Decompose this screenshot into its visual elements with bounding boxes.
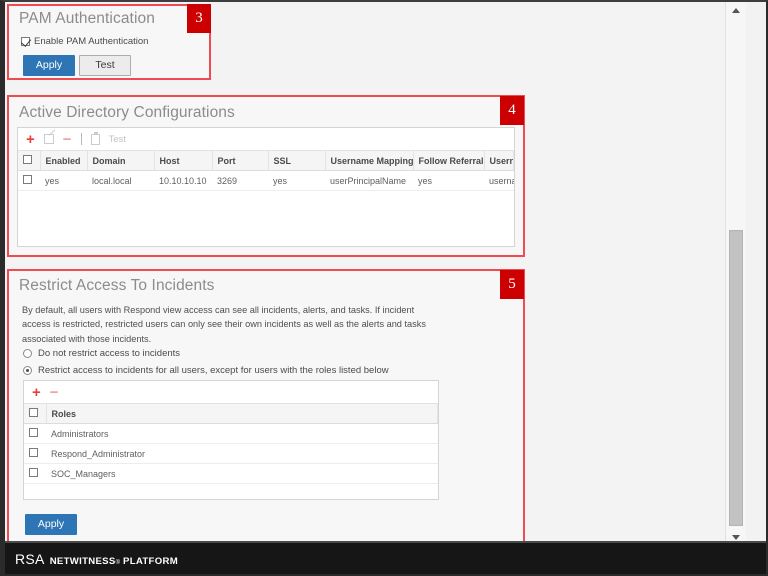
table-row[interactable]: yes local.local 10.10.10.10 3269 yes use…	[18, 171, 514, 191]
row-select-checkbox[interactable]	[29, 468, 38, 477]
annotation-badge-3: 3	[187, 4, 211, 33]
radio-restrict-except-roles[interactable]: Restrict access to incidents for all use…	[23, 365, 389, 376]
cell-port: 3269	[212, 171, 268, 191]
row-select-cell[interactable]	[24, 424, 46, 444]
minus-icon: −	[63, 132, 72, 147]
application-window: PAM Authentication Enable PAM Authentica…	[0, 0, 768, 576]
cell-username: username	[484, 171, 514, 191]
cell-follow-referrals: yes	[413, 171, 484, 191]
cell-username-mapping: userPrincipalName	[325, 171, 413, 191]
rsa-netwitness-logo: RSA NETWITNESS ® PLATFORM	[15, 551, 178, 567]
pam-test-button[interactable]: Test	[79, 55, 131, 76]
column-header-username-mapping[interactable]: Username Mapping	[325, 151, 413, 171]
row-select-cell[interactable]	[18, 171, 40, 191]
table-row[interactable]: Administrators	[24, 424, 438, 444]
row-select-cell[interactable]	[24, 464, 46, 484]
scroll-up-arrow-icon[interactable]	[726, 2, 746, 18]
minus-icon: −	[50, 385, 59, 400]
column-header-roles[interactable]: Roles	[46, 404, 438, 424]
column-header-host[interactable]: Host	[154, 151, 212, 171]
roles-grid: + − Roles	[23, 380, 439, 500]
plus-icon[interactable]: +	[32, 385, 41, 400]
logo-trademark-symbol: ®	[116, 560, 120, 566]
cell-role-name: Respond_Administrator	[46, 444, 438, 464]
logo-platform-text: PLATFORM	[123, 556, 178, 567]
cell-host: 10.10.10.10	[154, 171, 212, 191]
column-header-ssl[interactable]: SSL	[268, 151, 325, 171]
cell-domain: local.local	[87, 171, 154, 191]
pam-apply-button[interactable]: Apply	[23, 55, 75, 76]
select-all-checkbox[interactable]	[23, 155, 32, 164]
restrict-access-panel: Restrict Access To Incidents By default,…	[7, 269, 525, 544]
cell-enabled: yes	[40, 171, 87, 191]
test-clipboard-icon	[91, 134, 100, 145]
table-row[interactable]: SOC_Managers	[24, 464, 438, 484]
active-directory-panel: Active Directory Configurations + − Test	[7, 95, 525, 257]
column-header-username[interactable]: Username	[484, 151, 514, 171]
radio-do-not-restrict-label: Do not restrict access to incidents	[38, 348, 180, 359]
roles-table: Roles Administrators	[24, 404, 438, 484]
roles-toolbar: + −	[24, 381, 438, 404]
annotation-badge-4: 4	[500, 96, 524, 125]
table-row[interactable]: Respond_Administrator	[24, 444, 438, 464]
plus-icon[interactable]: +	[26, 132, 35, 147]
radio-do-not-restrict-input[interactable]	[23, 349, 32, 358]
enable-pam-checkbox[interactable]	[21, 37, 30, 46]
column-header-port[interactable]: Port	[212, 151, 268, 171]
roles-select-all-header[interactable]	[24, 404, 46, 424]
cell-role-name: SOC_Managers	[46, 464, 438, 484]
annotation-badge-5: 5	[500, 270, 524, 299]
pam-panel-title: PAM Authentication	[19, 10, 155, 28]
application-footer: RSA NETWITNESS ® PLATFORM	[5, 541, 766, 574]
triangle-up-icon	[732, 8, 740, 13]
active-directory-panel-title: Active Directory Configurations	[19, 104, 235, 122]
active-directory-table: Enabled Domain Host Port SSL Username Ma…	[18, 151, 514, 191]
column-header-enabled[interactable]: Enabled	[40, 151, 87, 171]
logo-rsa-text: RSA	[15, 551, 45, 567]
active-directory-toolbar: + − Test	[18, 128, 514, 151]
restrict-access-apply-button[interactable]: Apply	[25, 514, 77, 535]
row-select-cell[interactable]	[24, 444, 46, 464]
table-header-row: Roles	[24, 404, 438, 424]
radio-restrict-except-roles-input[interactable]	[23, 366, 32, 375]
table-header-row: Enabled Domain Host Port SSL Username Ma…	[18, 151, 514, 171]
pam-authentication-panel: PAM Authentication Enable PAM Authentica…	[7, 4, 211, 80]
column-header-domain[interactable]: Domain	[87, 151, 154, 171]
row-select-checkbox[interactable]	[29, 448, 38, 457]
logo-netwitness-text: NETWITNESS	[50, 556, 116, 567]
active-directory-grid: + − Test Enabled Domain	[17, 127, 515, 247]
restrict-access-description: By default, all users with Respond view …	[22, 303, 444, 346]
radio-do-not-restrict[interactable]: Do not restrict access to incidents	[23, 348, 180, 359]
cell-role-name: Administrators	[46, 424, 438, 444]
enable-pam-checkbox-row[interactable]: Enable PAM Authentication	[21, 36, 148, 47]
column-header-follow-referrals[interactable]: Follow Referrals	[413, 151, 484, 171]
row-select-checkbox[interactable]	[23, 175, 32, 184]
scrollbar-thumb[interactable]	[729, 230, 743, 526]
radio-restrict-except-roles-label: Restrict access to incidents for all use…	[38, 365, 389, 376]
restrict-access-panel-title: Restrict Access To Incidents	[19, 277, 214, 295]
triangle-down-icon	[732, 535, 740, 540]
select-all-header[interactable]	[18, 151, 40, 171]
roles-select-all-checkbox[interactable]	[29, 408, 38, 417]
toolbar-divider	[81, 133, 82, 145]
settings-content-area: PAM Authentication Enable PAM Authentica…	[5, 2, 746, 545]
row-select-checkbox[interactable]	[29, 428, 38, 437]
enable-pam-label: Enable PAM Authentication	[34, 36, 148, 47]
cell-ssl: yes	[268, 171, 325, 191]
active-directory-test-label: Test	[109, 134, 126, 145]
edit-icon	[44, 134, 54, 144]
vertical-scrollbar[interactable]	[725, 2, 746, 545]
